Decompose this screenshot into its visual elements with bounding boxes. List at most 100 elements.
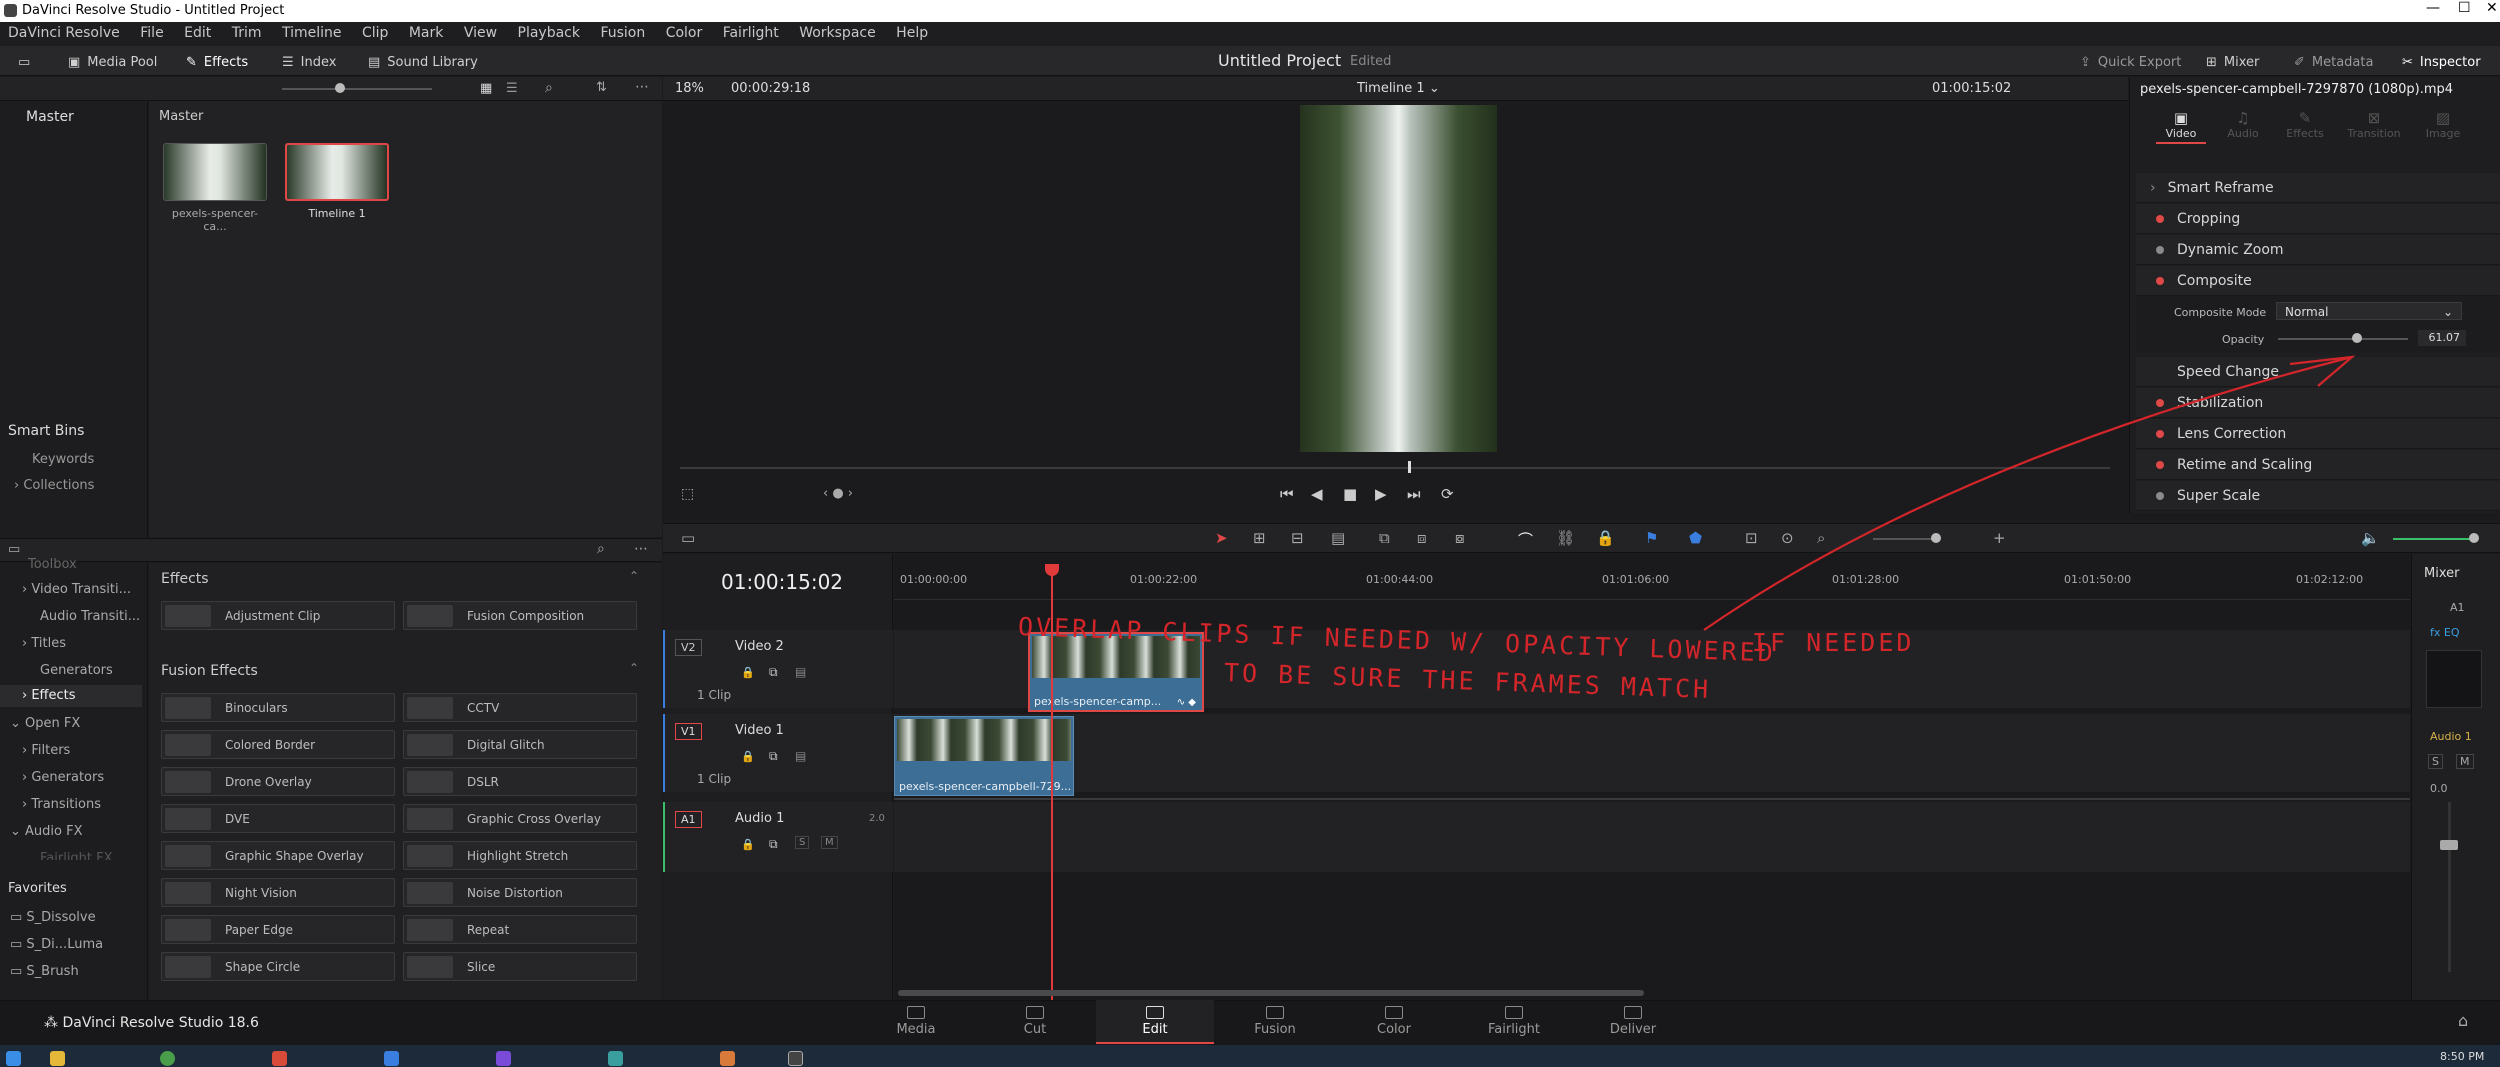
solo-button[interactable]: S (795, 836, 810, 849)
tree-toolbox[interactable]: Toolbox (28, 557, 77, 572)
more-options-icon[interactable]: ⋯ (635, 79, 649, 95)
media-clip-thumbnail[interactable] (163, 143, 267, 201)
inspector-tab-image[interactable]: ▨ Image (2418, 109, 2468, 140)
opacity-slider-knob[interactable] (2352, 333, 2362, 343)
disable-track-icon[interactable]: ▤ (795, 749, 806, 763)
grid-view-icon[interactable]: ▦ (480, 81, 492, 96)
timeline-thumbnail[interactable] (285, 143, 389, 201)
inspector-tab-video[interactable]: ▣ Video (2156, 109, 2206, 144)
effect-tile[interactable]: Shape Circle (161, 952, 395, 981)
tree-fairlight-fx[interactable]: Fairlight FX (40, 851, 113, 860)
inspector-tab-transition[interactable]: ⊠ Transition (2344, 109, 2404, 140)
menu-item[interactable]: Playback (510, 22, 588, 41)
tree-filters[interactable]: › Filters (22, 743, 70, 758)
play-icon[interactable]: ▶ (1375, 485, 1387, 503)
effect-tile[interactable]: Noise Distortion (403, 878, 637, 907)
smart-bin-keywords[interactable]: Keywords (32, 452, 94, 467)
enable-dot-icon[interactable] (2156, 398, 2164, 407)
timeline-selector[interactable]: Timeline 1 ⌄ (1357, 81, 1440, 96)
page-tab-deliver[interactable]: Deliver (1574, 1000, 1692, 1044)
index-button[interactable]: ☰ Index (282, 52, 336, 72)
page-tab-cut[interactable]: Cut (976, 1000, 1094, 1044)
page-tab-color[interactable]: Color (1335, 1000, 1453, 1044)
slider-knob[interactable] (335, 83, 345, 93)
inspector-button[interactable]: ✂ Inspector (2402, 52, 2481, 72)
enable-dot-icon[interactable] (2156, 460, 2164, 469)
effect-tile[interactable]: Adjustment Clip (161, 601, 395, 630)
track-name[interactable]: Audio 1 (735, 811, 784, 826)
effect-tile[interactable]: Colored Border (161, 730, 395, 759)
menu-item[interactable]: DaVinci Resolve (0, 22, 128, 41)
track-id[interactable]: V2 (675, 639, 702, 656)
menu-item[interactable]: Fusion (592, 22, 653, 41)
page-tab-media[interactable]: Media (857, 1000, 975, 1044)
timeline-ruler[interactable]: 01:00:00:00 01:00:22:00 01:00:44:00 01:0… (894, 566, 2410, 600)
dynamic-trim-icon[interactable]: ⊟ (1291, 529, 1304, 547)
tree-audio-transitions[interactable]: Audio Transiti... (40, 609, 140, 624)
mixer-button[interactable]: ⊞ Mixer (2206, 52, 2259, 72)
enable-dot-icon[interactable] (2156, 245, 2164, 254)
effect-tile[interactable]: Highlight Stretch (403, 841, 637, 870)
stop-icon[interactable]: ■ (1343, 485, 1357, 503)
enable-dot-icon[interactable] (2156, 491, 2164, 500)
mixer-mute-button[interactable]: M (2456, 754, 2474, 769)
marker-icon[interactable]: ⬟ (1689, 529, 1702, 547)
insert-clip-icon[interactable]: ⧉ (1379, 529, 1390, 547)
effect-tile[interactable]: Night Vision (161, 878, 395, 907)
taskbar-app-icon[interactable] (496, 1051, 511, 1066)
auto-select-icon[interactable]: ⧉ (769, 837, 778, 852)
mixer-fader-knob[interactable] (2440, 840, 2458, 850)
link-icon[interactable]: ⛓ (1556, 529, 1575, 547)
menu-item[interactable]: Fairlight (715, 22, 787, 41)
workspace-icon[interactable]: ▭ (18, 52, 30, 72)
go-to-start-icon[interactable]: ⏮ (1280, 485, 1294, 503)
inspector-row-lens-correction[interactable]: Lens Correction (2136, 419, 2500, 449)
track-id[interactable]: A1 (675, 811, 702, 828)
inspector-row-cropping[interactable]: Cropping (2136, 204, 2500, 234)
track-name[interactable]: Video 2 (735, 639, 784, 654)
favorite-item[interactable]: ▭ S_Brush (10, 964, 79, 979)
page-tab-fairlight[interactable]: Fairlight (1455, 1000, 1573, 1044)
tree-generators[interactable]: Generators (40, 663, 113, 678)
inspector-row-retime-scaling[interactable]: Retime and Scaling (2136, 450, 2500, 480)
enable-dot-icon[interactable] (2156, 429, 2164, 438)
lock-icon[interactable]: 🔒 (741, 750, 755, 763)
opacity-slider-track[interactable] (2278, 338, 2408, 340)
menu-item[interactable]: Edit (176, 22, 219, 41)
tree-openfx-transitions[interactable]: › Transitions (22, 797, 101, 812)
chrome-icon[interactable] (160, 1051, 175, 1066)
quick-export-button[interactable]: ⇪ Quick Export (2080, 52, 2181, 72)
auto-select-icon[interactable]: ⧉ (769, 665, 778, 680)
tree-video-transitions[interactable]: › Video Transiti... (22, 582, 131, 597)
system-clock[interactable]: 8:50 PM (2440, 1050, 2484, 1063)
media-pool-button[interactable]: ▣ Media Pool (68, 52, 157, 72)
minimize-button[interactable]: — (2426, 0, 2440, 16)
mute-button[interactable]: M (821, 836, 838, 849)
trim-tool-icon[interactable]: ⊞ (1253, 529, 1266, 547)
menu-item[interactable]: Mark (401, 22, 452, 41)
tree-audio-fx[interactable]: ⌄ Audio FX (10, 824, 83, 839)
sound-library-button[interactable]: ▤ Sound Library (368, 52, 478, 72)
maximize-button[interactable]: ☐ (2458, 0, 2471, 16)
mixer-pan-meter[interactable] (2426, 650, 2482, 708)
flag-icon[interactable]: ⚑ (1645, 529, 1658, 547)
inspector-row-smart-reframe[interactable]: › Smart Reframe (2136, 173, 2500, 203)
thumbnail-size-slider[interactable] (282, 88, 432, 90)
effect-tile[interactable]: Graphic Shape Overlay (161, 841, 395, 870)
taskbar-app-icon[interactable] (608, 1051, 623, 1066)
inspector-tab-effects[interactable]: ✎ Effects (2280, 109, 2330, 140)
menu-item[interactable]: Trim (224, 22, 270, 41)
favorite-item[interactable]: ▭ S_Dissolve (10, 910, 96, 925)
timeline-scrollbar[interactable] (898, 990, 1644, 996)
inspector-row-speed-change[interactable]: Speed Change (2136, 357, 2500, 387)
timeline-clip-v1[interactable]: pexels-spencer-campbell-729...8 (894, 716, 1074, 796)
viewer-options-icon[interactable]: ⬚ (681, 486, 694, 502)
mixer-fader[interactable] (2448, 802, 2451, 972)
zoom-full-icon[interactable]: ⊡ (1745, 529, 1758, 547)
enable-dot-icon[interactable] (2156, 214, 2164, 223)
go-to-end-icon[interactable]: ⏭ (1407, 485, 1421, 503)
nav-icon[interactable]: ‹ ● › (823, 486, 853, 501)
mixer-fx-eq[interactable]: fx EQ (2430, 626, 2460, 639)
blade-tool-icon[interactable]: ▤ (1331, 529, 1345, 547)
inspector-row-stabilization[interactable]: Stabilization (2136, 388, 2500, 418)
